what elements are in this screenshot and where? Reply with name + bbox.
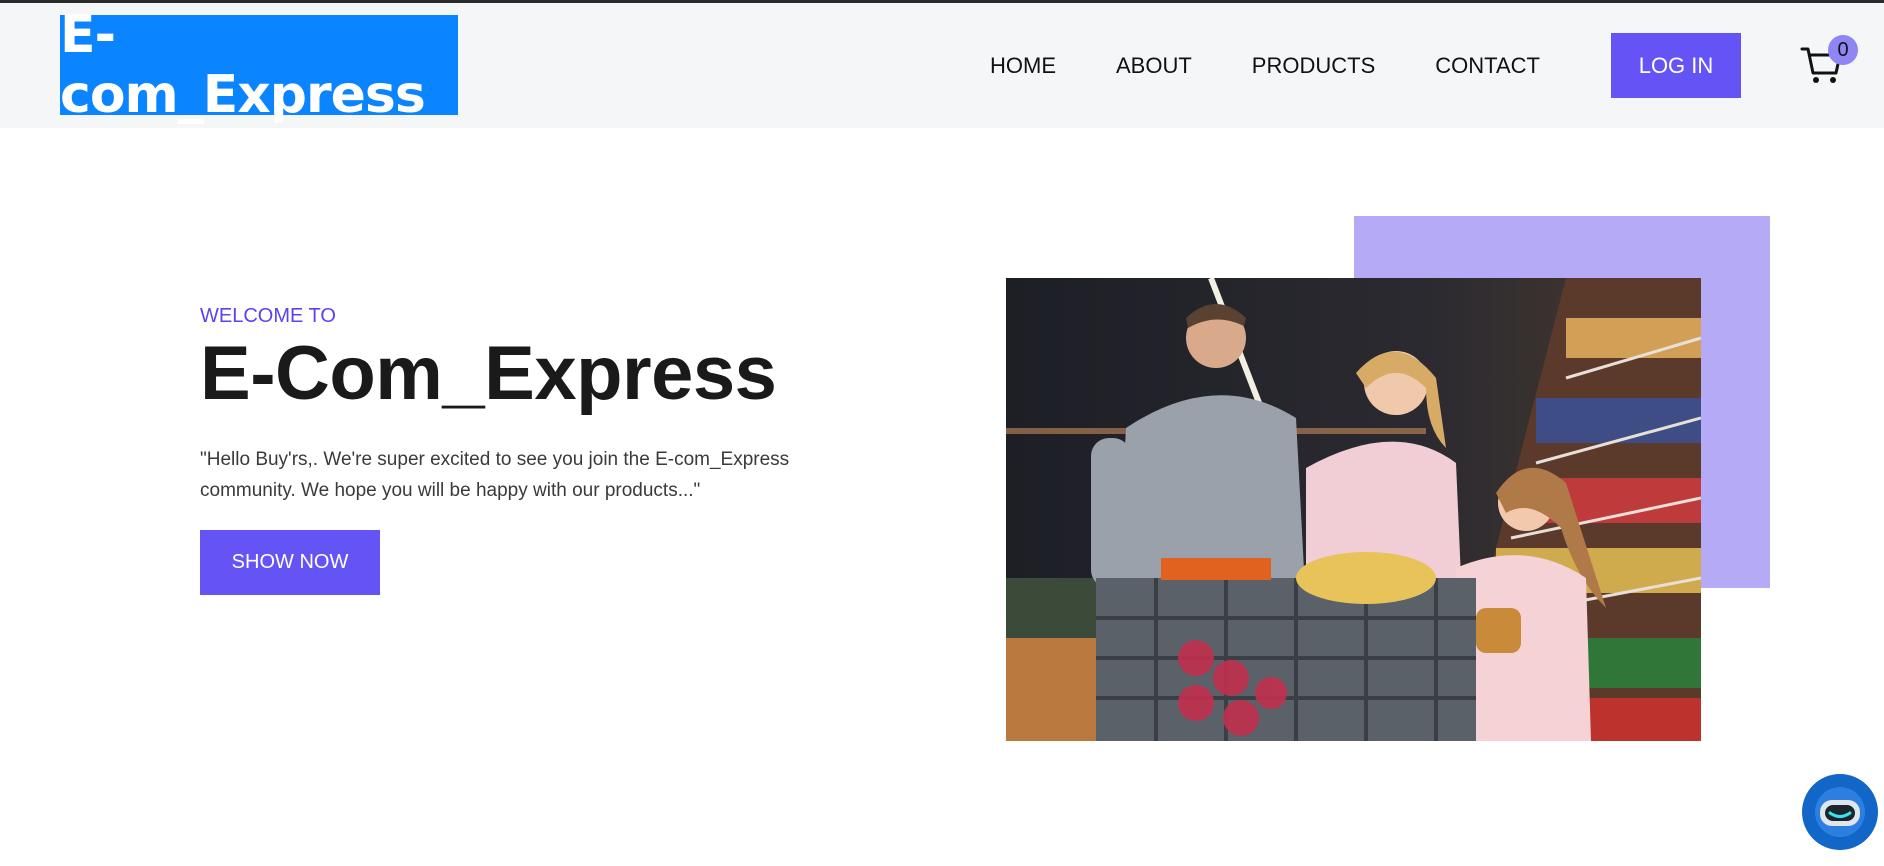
logo-text: E-com_Express bbox=[60, 5, 426, 125]
hero-section: WELCOME TO E-Com_Express "Hello Buy'rs,.… bbox=[200, 305, 880, 595]
site-logo[interactable]: E-com_Express bbox=[60, 5, 458, 125]
nav-about-link[interactable]: ABOUT bbox=[1116, 53, 1192, 79]
hero-title: E-Com_Express bbox=[200, 331, 777, 416]
nav-home-link[interactable]: HOME bbox=[990, 53, 1056, 79]
nav-products-link[interactable]: PRODUCTS bbox=[1252, 53, 1375, 79]
hero-image bbox=[1006, 278, 1701, 741]
site-header: E-com_Express HOME ABOUT PRODUCTS CONTAC… bbox=[0, 3, 1884, 128]
chatbot-icon[interactable] bbox=[1802, 774, 1878, 850]
login-button[interactable]: LOG IN bbox=[1611, 33, 1741, 98]
main-nav: HOME ABOUT PRODUCTS CONTACT bbox=[990, 33, 1600, 99]
nav-contact-link[interactable]: CONTACT bbox=[1435, 53, 1540, 79]
cart-count-badge: 0 bbox=[1828, 35, 1858, 65]
hero-eyebrow: WELCOME TO bbox=[200, 305, 336, 327]
show-now-button[interactable]: SHOW NOW bbox=[200, 529, 380, 595]
hero-description: "Hello Buy'rs,. We're super excited to s… bbox=[200, 448, 790, 501]
